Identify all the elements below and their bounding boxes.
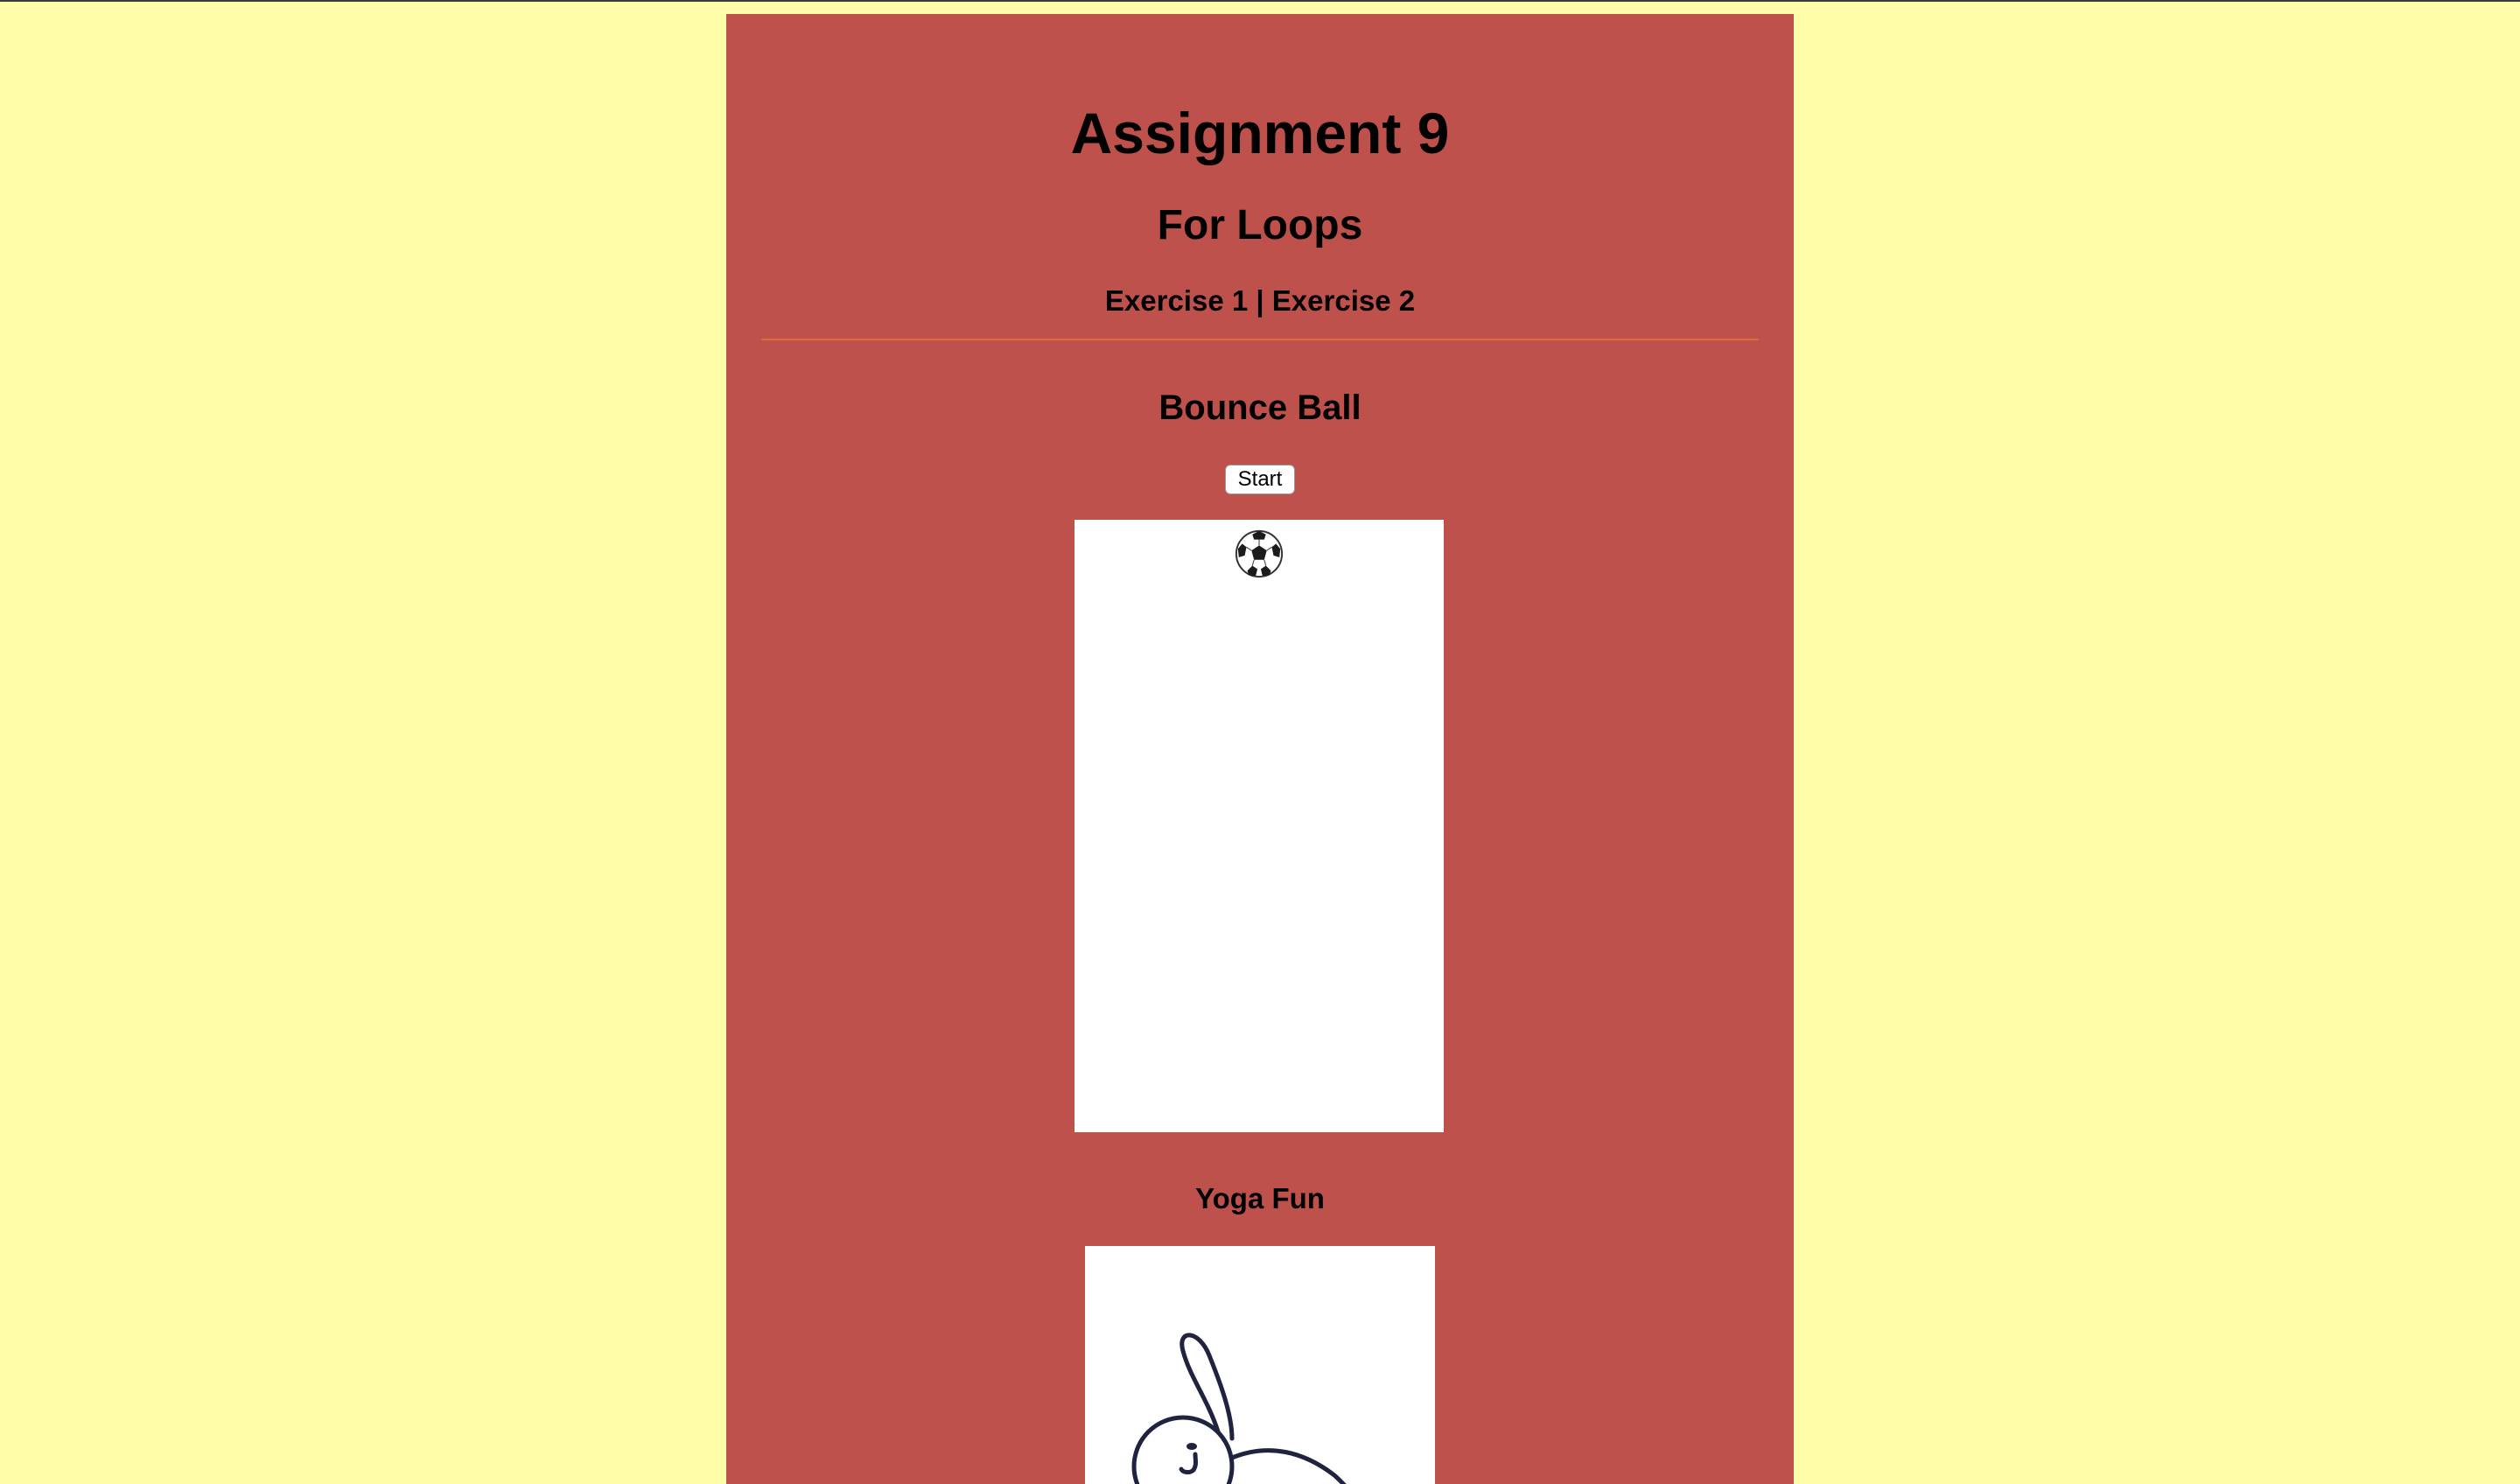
yoga-fun-heading: Yoga Fun — [1195, 1182, 1325, 1214]
bounce-ball-heading: Bounce Ball — [1158, 388, 1362, 427]
soccer-ball-icon — [1235, 529, 1284, 578]
bounce-canvas — [1074, 520, 1444, 1132]
page-subtitle: For Loops — [1157, 202, 1363, 248]
window-top-edge — [0, 0, 2520, 2]
yoga-figure-eye — [1186, 1443, 1197, 1450]
exercise-2-link[interactable]: Exercise 2 — [1272, 284, 1415, 317]
yoga-animation-frame — [1085, 1246, 1435, 1484]
content-panel: Assignment 9 For Loops Exercise 1 | Exer… — [726, 14, 1794, 1484]
section-divider — [761, 339, 1759, 340]
start-button[interactable]: Start — [1225, 465, 1295, 494]
exercise-nav: Exercise 1 | Exercise 2 — [726, 276, 1794, 326]
page-title: Assignment 9 — [1070, 101, 1450, 165]
exercise-1-link[interactable]: Exercise 1 — [1105, 284, 1248, 317]
nav-separator: | — [1248, 284, 1272, 317]
yoga-figure-illustration — [1131, 1333, 1347, 1484]
